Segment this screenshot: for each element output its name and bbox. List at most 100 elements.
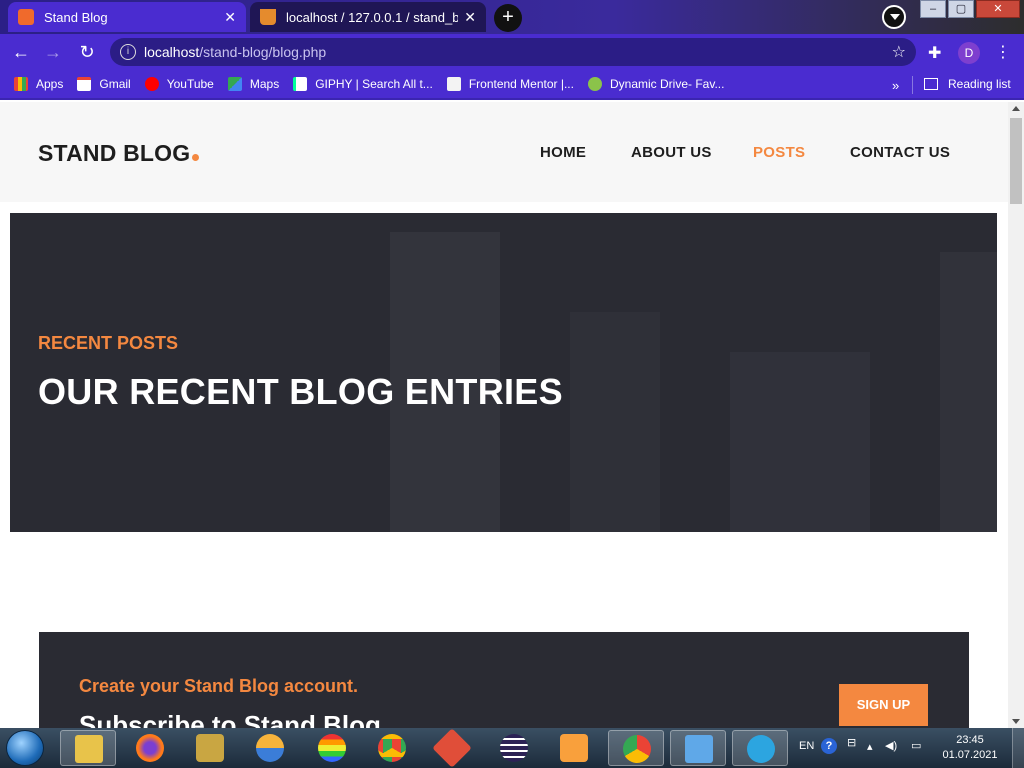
eclipse-taskbar-icon[interactable] [486, 730, 542, 766]
forward-icon[interactable]: → [42, 42, 64, 63]
sign-up-button[interactable]: SIGN UP [839, 684, 928, 726]
giphy-icon [293, 77, 308, 91]
maximize-button[interactable]: ▢ [948, 0, 974, 18]
nav-contact-us[interactable]: CONTACT US [850, 144, 950, 161]
browser-menu-icon[interactable]: ⋮ [995, 42, 1011, 62]
bookmark-label: Maps [249, 77, 280, 91]
rainbow-app-taskbar-icon[interactable] [304, 730, 360, 766]
show-desktop-button[interactable] [1012, 728, 1024, 768]
nav-posts[interactable]: POSTS [753, 144, 805, 161]
firefox-taskbar-icon[interactable] [122, 730, 178, 766]
site-header: STAND BLOG HOME ABOUT US POSTS CONTACT U… [0, 102, 1008, 202]
scroll-thumb[interactable] [1010, 118, 1022, 204]
hero-title: OUR RECENT BLOG ENTRIES [38, 371, 563, 412]
minimize-button[interactable]: – [920, 0, 946, 18]
reading-list-button[interactable]: Reading list [924, 77, 1011, 91]
tab-phpmyadmin[interactable]: localhost / 127.0.0.1 / stand_blog ✕ [250, 2, 486, 32]
tab-title: localhost / 127.0.0.1 / stand_blog [286, 9, 459, 25]
bookmark-apps[interactable]: Apps [14, 77, 63, 91]
bookmark-star-icon[interactable]: ☆ [892, 42, 906, 62]
bookmark-label: YouTube [166, 77, 214, 91]
hero-bg-building [570, 312, 660, 532]
bookmark-label: Frontend Mentor |... [468, 77, 574, 91]
close-window-button[interactable]: ✕ [976, 0, 1020, 18]
nav-home[interactable]: HOME [540, 144, 586, 161]
language-indicator[interactable]: EN [799, 740, 814, 752]
bookmark-giphy[interactable]: GIPHY | Search All t... [293, 77, 433, 91]
site-logo[interactable]: STAND BLOG [38, 140, 200, 167]
bookmark-maps[interactable]: Maps [227, 77, 280, 91]
chrome-active-taskbar-icon[interactable] [608, 730, 664, 766]
gmail-icon [77, 77, 92, 91]
sublime-taskbar-icon[interactable] [546, 730, 602, 766]
browser-titlebar: Stand Blog ✕ localhost / 127.0.0.1 / sta… [0, 0, 1024, 34]
back-icon[interactable]: ← [10, 42, 32, 63]
telegram-taskbar-icon[interactable] [732, 730, 788, 766]
tab-search-icon[interactable] [882, 5, 906, 29]
bookmark-frontend-mentor[interactable]: Frontend Mentor |... [446, 77, 574, 91]
chrome-taskbar-icon[interactable] [364, 730, 420, 766]
help-icon[interactable]: ? [821, 738, 837, 754]
tab-stand-blog[interactable]: Stand Blog ✕ [8, 2, 246, 32]
reading-list-label: Reading list [948, 77, 1011, 91]
maps-icon [227, 77, 242, 91]
logo-dot [192, 154, 200, 161]
remote-desktop-taskbar-icon[interactable] [670, 730, 726, 766]
profile-avatar[interactable]: D [958, 42, 980, 64]
bookmark-youtube[interactable]: YouTube [144, 77, 214, 91]
landscape-app-taskbar-icon[interactable] [242, 730, 298, 766]
youtube-icon [144, 77, 159, 91]
page-scrollbar[interactable] [1008, 102, 1024, 728]
lock-app-taskbar-icon[interactable] [182, 730, 238, 766]
page-viewport: STAND BLOG HOME ABOUT US POSTS CONTACT U… [0, 102, 1024, 728]
bookmark-gmail[interactable]: Gmail [77, 77, 131, 91]
new-tab-button[interactable]: + [494, 4, 522, 32]
monitor-icon[interactable]: ▭ [911, 739, 921, 752]
windows-taskbar: EN ? ⊟ ▴ ◀) ▭ 23:45 01.07.2021 [0, 728, 1024, 768]
close-tab-icon[interactable]: ✕ [464, 9, 476, 26]
hero-subtitle: RECENT POSTS [38, 333, 179, 353]
bookmark-label: Dynamic Drive- Fav... [609, 77, 725, 91]
scroll-down-arrow-icon[interactable] [1012, 719, 1020, 724]
clock[interactable]: 23:45 01.07.2021 [940, 733, 1000, 763]
git-taskbar-icon[interactable] [424, 728, 480, 768]
subscribe-subtitle: Create your Stand Blog account. [79, 676, 359, 696]
logo-text: STAND BLOG [38, 140, 191, 166]
volume-icon[interactable]: ◀) [885, 739, 897, 752]
reload-icon[interactable]: ↻ [76, 42, 98, 63]
close-tab-icon[interactable]: ✕ [224, 9, 236, 26]
phpmyadmin-icon [260, 9, 276, 25]
address-bar[interactable]: i localhost/stand-blog/blog.php ☆ [110, 38, 916, 66]
address-path: /stand-blog/blog.php [199, 44, 327, 60]
frontend-mentor-icon [446, 77, 461, 91]
explorer-taskbar-icon[interactable] [60, 730, 116, 766]
apps-grid-icon [14, 77, 28, 91]
reading-list-icon [924, 78, 938, 90]
dynamic-drive-icon [587, 77, 602, 91]
clock-time: 23:45 [956, 734, 984, 746]
bookmarks-separator [912, 76, 913, 94]
address-host: localhost [144, 44, 200, 60]
network-icon[interactable]: ⊟ [847, 736, 856, 749]
bookmarks-bar: Apps Gmail YouTube Maps GIPHY | Search A… [0, 70, 1024, 100]
window-controls: – ▢ ✕ [920, 0, 1020, 18]
hero-bg-building [730, 352, 870, 532]
extensions-icon[interactable]: ✚ [928, 43, 941, 63]
bookmarks-more-button[interactable]: » [892, 78, 899, 93]
browser-toolbar: ← → ↻ i localhost/stand-blog/blog.php ☆ … [0, 34, 1024, 70]
scroll-up-arrow-icon[interactable] [1012, 106, 1020, 111]
site-info-icon[interactable]: i [120, 44, 136, 60]
hero-bg-building [940, 252, 997, 532]
subscribe-banner: Create your Stand Blog account. Subscrib… [39, 632, 969, 728]
bookmark-label: Gmail [99, 77, 131, 91]
bookmark-label: Apps [36, 77, 64, 91]
tray-expand-icon[interactable]: ▴ [867, 740, 873, 753]
nav-about-us[interactable]: ABOUT US [631, 144, 712, 161]
hero-banner: RECENT POSTS OUR RECENT BLOG ENTRIES [10, 213, 997, 532]
xampp-icon [18, 9, 34, 25]
bookmark-dynamic-drive[interactable]: Dynamic Drive- Fav... [587, 77, 725, 91]
clock-date: 01.07.2021 [942, 749, 998, 761]
start-button[interactable] [6, 730, 44, 766]
tab-title: Stand Blog [44, 9, 108, 25]
subscribe-title: Subscribe to Stand Blog [79, 710, 381, 728]
